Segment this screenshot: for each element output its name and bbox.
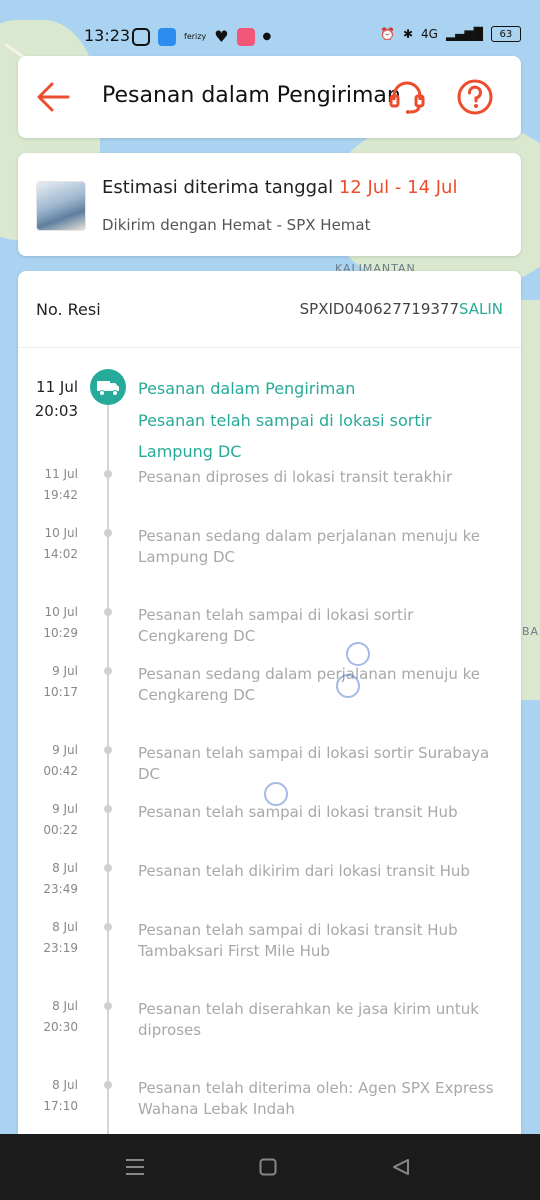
support-button[interactable] bbox=[388, 78, 426, 116]
notification-icons: ferizy ♥ ● bbox=[132, 27, 271, 46]
event-time: 14:02 bbox=[43, 547, 78, 561]
event-text: Pesanan telah sampai di lokasi transit H… bbox=[138, 803, 458, 821]
product-thumbnail bbox=[36, 181, 86, 231]
copy-resi-button[interactable]: SALIN bbox=[459, 300, 503, 318]
alarm-icon: ⏰ bbox=[380, 27, 395, 41]
square-icon bbox=[259, 1158, 277, 1176]
event-text: Pesanan telah sampai di lokasi sortir Ce… bbox=[138, 606, 414, 645]
timeline-dot bbox=[104, 805, 112, 813]
event-day: 8 Jul bbox=[52, 1078, 78, 1092]
battery-icon: 63 bbox=[490, 26, 521, 42]
event-day: 9 Jul bbox=[52, 743, 78, 757]
truck-status-icon bbox=[90, 369, 126, 405]
status-time: 13:23 bbox=[84, 26, 131, 45]
question-icon bbox=[457, 79, 493, 115]
nav-back-button[interactable] bbox=[392, 1158, 410, 1176]
event-text: Pesanan diproses di lokasi transit terak… bbox=[138, 468, 453, 486]
event-time: 20:30 bbox=[43, 1020, 78, 1034]
dot-icon: ● bbox=[262, 31, 272, 42]
system-icons: ⏰ ✱ 4G ▂▄▆█ 63 bbox=[380, 26, 521, 42]
timeline-line bbox=[107, 391, 109, 1141]
estimate-prefix: Estimasi diterima tanggal bbox=[102, 177, 334, 198]
loading-spinner-icon bbox=[346, 642, 370, 666]
headset-icon bbox=[389, 81, 425, 114]
event-day: 11 Jul bbox=[36, 378, 78, 396]
event-day: 8 Jul bbox=[52, 999, 78, 1013]
event-time: 19:42 bbox=[43, 488, 78, 502]
timeline-dot bbox=[104, 746, 112, 754]
loading-spinner-icon bbox=[264, 782, 288, 806]
resi-number: SPXID040627719377 bbox=[299, 300, 459, 318]
app-icon bbox=[158, 27, 176, 46]
network-icon: 4G bbox=[421, 27, 438, 41]
timeline-dot bbox=[104, 608, 112, 616]
current-detail: Pesanan telah sampai di lokasi sortir La… bbox=[138, 411, 432, 461]
header-bar: Pesanan dalam Pengiriman bbox=[18, 56, 521, 138]
current-status: Pesanan dalam Pengiriman bbox=[138, 379, 356, 398]
event-text: Pesanan telah diterima oleh: Agen SPX Ex… bbox=[138, 1079, 494, 1118]
shipping-method: Dikirim dengan Hemat - SPX Hemat bbox=[102, 216, 371, 234]
loading-spinner-icon bbox=[336, 674, 360, 698]
timeline-dot bbox=[104, 1081, 112, 1089]
resi-label: No. Resi bbox=[36, 300, 101, 319]
event-text: Pesanan telah diserahkan ke jasa kirim u… bbox=[138, 1000, 479, 1039]
event-day: 8 Jul bbox=[52, 861, 78, 875]
timeline-dot bbox=[104, 923, 112, 931]
event-day: 9 Jul bbox=[52, 802, 78, 816]
event-day: 10 Jul bbox=[44, 605, 78, 619]
home-button[interactable] bbox=[259, 1158, 277, 1176]
recent-apps-button[interactable] bbox=[124, 1158, 146, 1176]
signal-icon: ▂▄▆█ bbox=[445, 27, 483, 41]
delivery-estimate-card[interactable]: Estimasi diterima tanggal 12 Jul - 14 Ju… bbox=[18, 153, 521, 256]
timeline-dot bbox=[104, 1002, 112, 1010]
event-text: Pesanan sedang dalam perjalanan menuju k… bbox=[138, 665, 481, 704]
heart-icon: ♥ bbox=[214, 27, 229, 46]
tracking-card: No. Resi SPXID040627719377 SALIN 11 Jul … bbox=[18, 271, 521, 1141]
app-icon: ferizy bbox=[184, 32, 207, 41]
timeline-dot bbox=[104, 470, 112, 478]
system-nav-bar bbox=[0, 1134, 540, 1200]
event-day: 11 Jul bbox=[44, 467, 78, 481]
estimate-line: Estimasi diterima tanggal 12 Jul - 14 Ju… bbox=[102, 177, 457, 198]
back-button[interactable] bbox=[34, 78, 72, 116]
back-arrow-icon bbox=[37, 82, 70, 112]
event-time: 10:29 bbox=[43, 626, 78, 640]
event-text: Pesanan telah sampai di lokasi sortir Su… bbox=[138, 744, 490, 783]
event-time: 00:22 bbox=[43, 823, 78, 837]
event-text: Pesanan sedang dalam perjalanan menuju k… bbox=[138, 527, 481, 566]
event-time: 23:19 bbox=[43, 941, 78, 955]
event-day: 10 Jul bbox=[44, 526, 78, 540]
event-text: Pesanan telah dikirim dari lokasi transi… bbox=[138, 862, 470, 880]
app-icon bbox=[236, 27, 255, 46]
instagram-icon bbox=[132, 27, 150, 46]
timeline-dot bbox=[104, 529, 112, 537]
event-day: 9 Jul bbox=[52, 664, 78, 678]
page-title: Pesanan dalam Pengiriman bbox=[102, 83, 401, 108]
resi-row: No. Resi SPXID040627719377 SALIN bbox=[18, 271, 521, 348]
event-time: 10:17 bbox=[43, 685, 78, 699]
timeline-dot bbox=[104, 667, 112, 675]
event-time: 17:10 bbox=[43, 1099, 78, 1113]
status-bar: 13:23 ferizy ♥ ● ⏰ ✱ 4G ▂▄▆█ 63 bbox=[0, 0, 540, 52]
menu-icon bbox=[126, 1159, 144, 1175]
truck-icon bbox=[97, 381, 119, 396]
event-time: 20:03 bbox=[34, 402, 78, 420]
event-time: 23:49 bbox=[43, 882, 78, 896]
bluetooth-icon: ✱ bbox=[402, 27, 414, 41]
triangle-back-icon bbox=[393, 1159, 409, 1175]
event-time: 00:42 bbox=[43, 764, 78, 778]
help-button[interactable] bbox=[456, 78, 494, 116]
timeline-dot bbox=[104, 864, 112, 872]
event-text: Pesanan telah sampai di lokasi transit H… bbox=[138, 921, 458, 960]
estimate-date-range: 12 Jul - 14 Jul bbox=[338, 177, 458, 198]
event-day: 8 Jul bbox=[52, 920, 78, 934]
map-label-ba: BA bbox=[522, 625, 540, 638]
